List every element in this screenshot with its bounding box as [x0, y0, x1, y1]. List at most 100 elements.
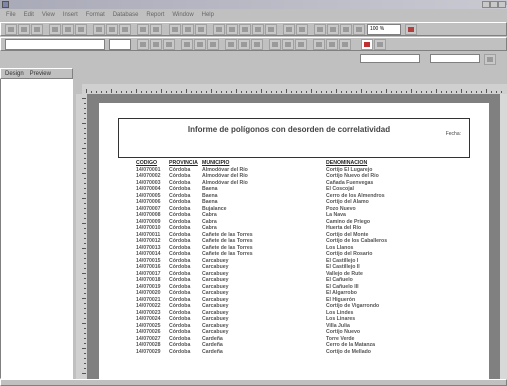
ruler-tick: [301, 91, 302, 93]
tab-design[interactable]: Design: [5, 71, 24, 77]
close-button[interactable]: x: [498, 1, 506, 8]
table-cell: 14/070021: [136, 296, 161, 303]
menu-help[interactable]: Help: [202, 10, 214, 21]
align-center-icon[interactable]: [194, 39, 206, 50]
ruler-tick: [211, 89, 212, 93]
app-icon[interactable]: [2, 1, 9, 8]
table-cell: 14/070028: [136, 342, 161, 348]
currency-icon[interactable]: [225, 39, 237, 50]
decimal-increase-icon[interactable]: [269, 39, 281, 50]
border-icon[interactable]: [295, 39, 307, 50]
ruler-tick: [82, 373, 86, 374]
copy-icon[interactable]: [93, 24, 105, 35]
cut-icon[interactable]: [75, 24, 87, 35]
insert-chart-icon[interactable]: [195, 24, 207, 35]
menu-edit[interactable]: Edit: [24, 10, 34, 21]
align-right-icon[interactable]: [207, 39, 219, 50]
comma-icon[interactable]: [238, 39, 250, 50]
tab-preview[interactable]: Preview: [30, 71, 51, 77]
ruler-tick: [84, 133, 86, 134]
insert-text-icon[interactable]: [169, 24, 181, 35]
table-cell: Córdoba: [169, 348, 191, 355]
lock-size-icon[interactable]: [339, 39, 351, 50]
ruler-tick: [406, 91, 407, 93]
zoom-icon[interactable]: [296, 24, 308, 35]
table-cell: Baena: [202, 192, 218, 199]
help-icon[interactable]: [405, 24, 417, 35]
group-icon[interactable]: [239, 24, 251, 35]
binoculars-icon[interactable]: [353, 24, 365, 35]
export-icon[interactable]: [314, 24, 326, 35]
options-icon[interactable]: [340, 24, 352, 35]
undo-icon[interactable]: [119, 24, 131, 35]
refresh-icon[interactable]: [283, 24, 295, 35]
menu-database[interactable]: Database: [113, 10, 139, 21]
select-expert-icon[interactable]: [213, 24, 225, 35]
menu-report[interactable]: Report: [146, 10, 164, 21]
sort-icon[interactable]: [226, 24, 238, 35]
table-cell: 14/070001: [136, 166, 161, 173]
print-preview-icon[interactable]: [62, 24, 74, 35]
report-title: Informe de polígonos con desorden de cor…: [187, 125, 391, 134]
table-cell: Cortijo de Vigarrondo: [326, 303, 380, 309]
text-color-icon[interactable]: [361, 39, 373, 50]
summary-icon[interactable]: [252, 24, 264, 35]
table-cell: Córdoba: [169, 309, 191, 316]
insert-field-icon[interactable]: [150, 24, 162, 35]
table-cell: Los Linares: [326, 316, 356, 322]
zoom-select[interactable]: 100 %: [367, 24, 401, 35]
vertical-scrollbar[interactable]: [500, 94, 507, 379]
maximize-button[interactable]: □: [490, 1, 507, 8]
ruler-tick: [84, 363, 86, 364]
ruler-tick: [431, 91, 432, 93]
ruler-tick: [84, 258, 86, 259]
table-cell: Córdoba: [169, 199, 191, 205]
font-size-select[interactable]: [109, 39, 131, 50]
table-cell: Córdoba: [169, 251, 191, 257]
insert-picture-icon[interactable]: [182, 24, 194, 35]
table-cell: Carcabuey: [202, 329, 229, 335]
menu-format[interactable]: Format: [86, 10, 105, 21]
ruler-tick: [346, 91, 347, 93]
save-icon[interactable]: [31, 24, 43, 35]
menu-window[interactable]: Window: [172, 10, 193, 21]
ruler-tick: [84, 158, 86, 159]
horizontal-ruler: [82, 84, 507, 94]
decimal-decrease-icon[interactable]: [282, 39, 294, 50]
menu-view[interactable]: View: [42, 10, 55, 21]
table-cell: Córdoba: [169, 192, 191, 199]
table-cell: Cabra: [202, 212, 217, 218]
underline-icon[interactable]: [163, 39, 175, 50]
standard-toolbar: 100 %: [0, 22, 507, 36]
italic-icon[interactable]: [150, 39, 162, 50]
table-cell: El Coscojal: [326, 186, 354, 192]
menu-file[interactable]: File: [6, 10, 16, 21]
table-cell: 14/070029: [136, 348, 161, 355]
minimize-button[interactable]: _: [482, 1, 498, 8]
mail-icon[interactable]: [327, 24, 339, 35]
suppress-icon[interactable]: [313, 39, 325, 50]
bold-icon[interactable]: [137, 39, 149, 50]
redo-icon[interactable]: [137, 24, 149, 35]
table-row: 14/070029 Córdoba Cardeña Cortijo de Mellad…: [136, 349, 446, 356]
table-cell: Córdoba: [169, 296, 191, 303]
header-provincia: PROVINCIA: [169, 160, 198, 166]
new-icon[interactable]: [5, 24, 17, 35]
align-left-icon[interactable]: [181, 39, 193, 50]
highlight-icon[interactable]: [374, 39, 386, 50]
table-cell: Córdoba: [169, 179, 191, 186]
font-name-select[interactable]: [5, 39, 105, 50]
table-cell: Cortijo El Lugarejo: [326, 166, 373, 173]
percent-icon[interactable]: [251, 39, 263, 50]
database-icon[interactable]: [265, 24, 277, 35]
lock-format-icon[interactable]: [326, 39, 338, 50]
print-icon[interactable]: [49, 24, 61, 35]
paste-icon[interactable]: [106, 24, 118, 35]
nav-icon[interactable]: [484, 54, 496, 65]
ruler-tick: [476, 91, 477, 93]
header-denominacion: DENOMINACION: [326, 160, 368, 166]
title-bar: _ □ x: [0, 0, 507, 9]
table-cell: Córdoba: [169, 231, 191, 238]
menu-insert[interactable]: Insert: [63, 10, 78, 21]
open-icon[interactable]: [18, 24, 30, 35]
